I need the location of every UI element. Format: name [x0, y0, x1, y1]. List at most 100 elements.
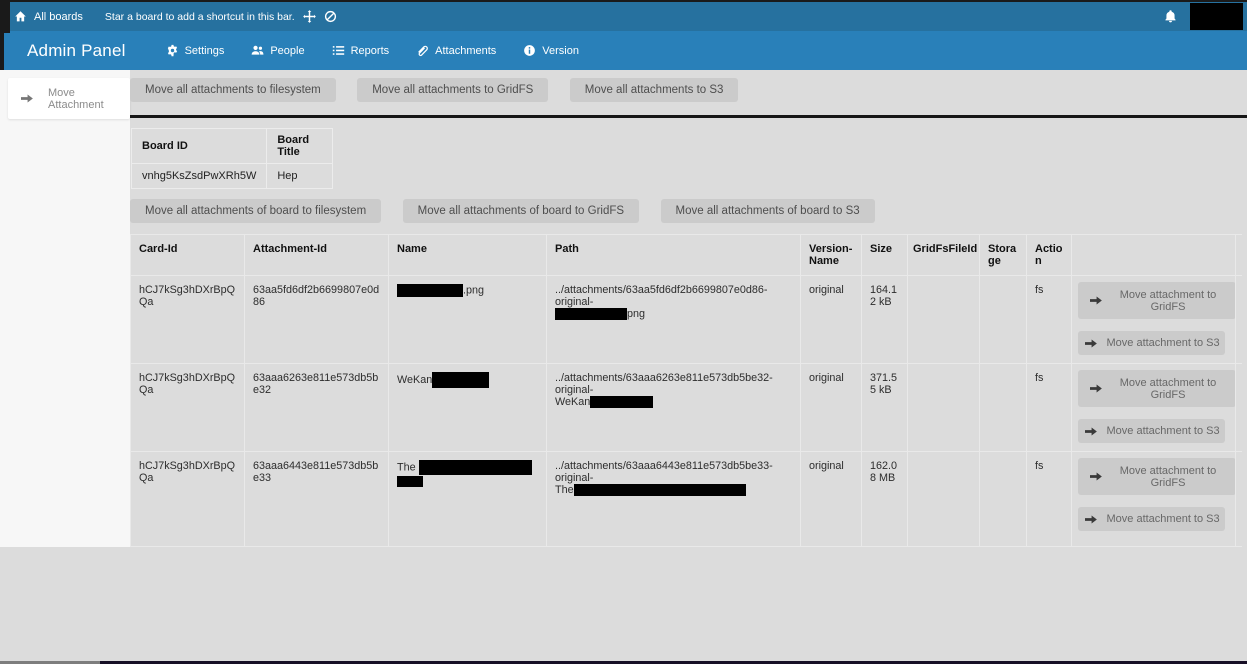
window-edge-artifact	[0, 0, 10, 33]
size-header: Size	[862, 235, 908, 276]
version-name-header: Version-Name	[801, 235, 862, 276]
tab-settings[interactable]: Settings	[166, 44, 225, 57]
board-table: Board ID Board Title vnhg5KsZsdPwXRh5W H…	[131, 128, 333, 189]
arrow-right-icon	[1090, 382, 1103, 395]
info-icon	[523, 44, 536, 57]
cell-gridfsfileid	[908, 452, 980, 547]
cell-size: 371.55 kB	[862, 364, 908, 452]
move-attachment-to-gridfs-button[interactable]: Move attachment to GridFS	[1078, 370, 1236, 407]
all-boards-button[interactable]: All boards	[14, 10, 83, 23]
cell-size: 164.12 kB	[862, 276, 908, 364]
board-table-header-row: Board ID Board Title	[132, 129, 333, 164]
board-title-value: Hep	[267, 164, 333, 189]
board-actions: Move all attachments of board to filesys…	[130, 199, 1247, 223]
cell-buttons: Move attachment to GridFS Move attachmen…	[1072, 452, 1236, 547]
gridfsfileid-header: GridFsFileId	[908, 235, 980, 276]
cell-version-name: original	[801, 276, 862, 364]
home-icon	[14, 10, 27, 23]
tab-reports-label: Reports	[351, 45, 390, 57]
table-row: hCJ7kSg3hDXrBpQQa 63aa5fd6df2b6699807e0d…	[131, 276, 1243, 364]
cell-attachment-id: 63aaa6263e811e573db5be32	[245, 364, 389, 452]
cell-buttons: Move attachment to GridFS Move attachmen…	[1072, 276, 1236, 364]
move-attachment-to-s3-button[interactable]: Move attachment to S3	[1078, 331, 1225, 355]
move-board-to-filesystem-button[interactable]: Move all attachments of board to filesys…	[130, 199, 381, 223]
gear-icon	[166, 44, 179, 57]
cell-card-id: hCJ7kSg3hDXrBpQQa	[131, 452, 245, 547]
tab-people[interactable]: People	[251, 44, 304, 57]
cell-card-id: hCJ7kSg3hDXrBpQQa	[131, 276, 245, 364]
redacted-text	[555, 308, 627, 320]
cell-action: fs	[1027, 364, 1072, 452]
content-area: Move Attachment Move all attachments to …	[0, 70, 1247, 547]
move-board-to-gridfs-button[interactable]: Move all attachments of board to GridFS	[403, 199, 639, 223]
board-id-header: Board ID	[132, 129, 267, 164]
paperclip-icon	[416, 44, 429, 57]
board-id-value: vnhg5KsZsdPwXRh5W	[132, 164, 267, 189]
admin-navbar: Admin Panel Settings People Reports Atta…	[0, 31, 1247, 70]
arrow-right-icon	[1085, 425, 1098, 438]
cell-name: The	[389, 452, 547, 547]
notifications-bell-icon[interactable]	[1164, 10, 1177, 23]
cell-filler	[1236, 364, 1243, 452]
cell-attachment-id: 63aaa6443e811e573db5be33	[245, 452, 389, 547]
top-bar: All boards Star a board to add a shortcu…	[0, 0, 1247, 31]
buttons-column-header	[1072, 235, 1236, 276]
cell-storage	[980, 452, 1027, 547]
ban-icon[interactable]	[324, 10, 337, 23]
table-row: hCJ7kSg3hDXrBpQQa 63aaa6263e811e573db5be…	[131, 364, 1243, 452]
tab-reports[interactable]: Reports	[332, 44, 390, 57]
sidebar-item-label: Move Attachment	[48, 87, 130, 111]
action-header: Action	[1027, 235, 1072, 276]
move-attachment-to-s3-button[interactable]: Move attachment to S3	[1078, 507, 1225, 531]
window-edge-artifact	[0, 31, 4, 70]
redacted-text	[590, 396, 653, 408]
path-header: Path	[547, 235, 801, 276]
main-panel: Move all attachments to filesystem Move …	[130, 70, 1247, 547]
redacted-text	[397, 476, 423, 487]
cell-version-name: original	[801, 452, 862, 547]
move-all-to-filesystem-button[interactable]: Move all attachments to filesystem	[130, 78, 336, 102]
move-all-to-gridfs-button[interactable]: Move all attachments to GridFS	[357, 78, 548, 102]
shortcut-banner-text: Star a board to add a shortcut in this b…	[105, 11, 295, 23]
sidebar-item-move-attachment[interactable]: Move Attachment	[8, 78, 130, 119]
redacted-text	[419, 460, 532, 475]
arrow-right-icon	[1085, 337, 1098, 350]
shortcut-banner: Star a board to add a shortcut in this b…	[105, 10, 337, 23]
cell-name: WeKan	[389, 364, 547, 452]
divider	[130, 115, 1247, 118]
cell-buttons: Move attachment to GridFS Move attachmen…	[1072, 364, 1236, 452]
arrow-right-icon	[1090, 294, 1103, 307]
tab-attachments-label: Attachments	[435, 45, 496, 57]
move-attachment-to-s3-button[interactable]: Move attachment to S3	[1078, 419, 1225, 443]
tab-version[interactable]: Version	[523, 44, 579, 57]
filler-column-header	[1236, 235, 1243, 276]
admin-nav-menu: Settings People Reports Attachments Vers…	[166, 44, 579, 57]
admin-sidebar: Move Attachment	[0, 70, 130, 547]
cell-version-name: original	[801, 364, 862, 452]
all-boards-label: All boards	[34, 11, 83, 23]
cell-card-id: hCJ7kSg3hDXrBpQQa	[131, 364, 245, 452]
tab-settings-label: Settings	[185, 45, 225, 57]
storage-header: Storage	[980, 235, 1027, 276]
cell-storage	[980, 364, 1027, 452]
attachment-id-header: Attachment-Id	[245, 235, 389, 276]
board-table-row: vnhg5KsZsdPwXRh5W Hep	[132, 164, 333, 189]
redacted-text	[432, 372, 489, 388]
move-board-to-s3-button[interactable]: Move all attachments of board to S3	[661, 199, 875, 223]
move-all-to-s3-button[interactable]: Move all attachments to S3	[570, 78, 739, 102]
cell-gridfsfileid	[908, 276, 980, 364]
tab-attachments[interactable]: Attachments	[416, 44, 496, 57]
cell-gridfsfileid	[908, 364, 980, 452]
cell-path: ../attachments/63aaa6443e811e573db5be33-…	[547, 452, 801, 547]
cell-action: fs	[1027, 276, 1072, 364]
board-title-header: Board Title	[267, 129, 333, 164]
move-arrows-icon[interactable]	[303, 10, 316, 23]
cell-size: 162.08 MB	[862, 452, 908, 547]
member-menu-redacted[interactable]	[1190, 3, 1243, 30]
move-attachment-to-gridfs-button[interactable]: Move attachment to GridFS	[1078, 282, 1236, 319]
arrow-right-icon	[1090, 470, 1103, 483]
global-actions: Move all attachments to filesystem Move …	[130, 78, 1247, 102]
move-attachment-to-gridfs-button[interactable]: Move attachment to GridFS	[1078, 458, 1236, 495]
list-icon	[332, 44, 345, 57]
attachments-header-row: Card-Id Attachment-Id Name Path Version-…	[131, 235, 1243, 276]
